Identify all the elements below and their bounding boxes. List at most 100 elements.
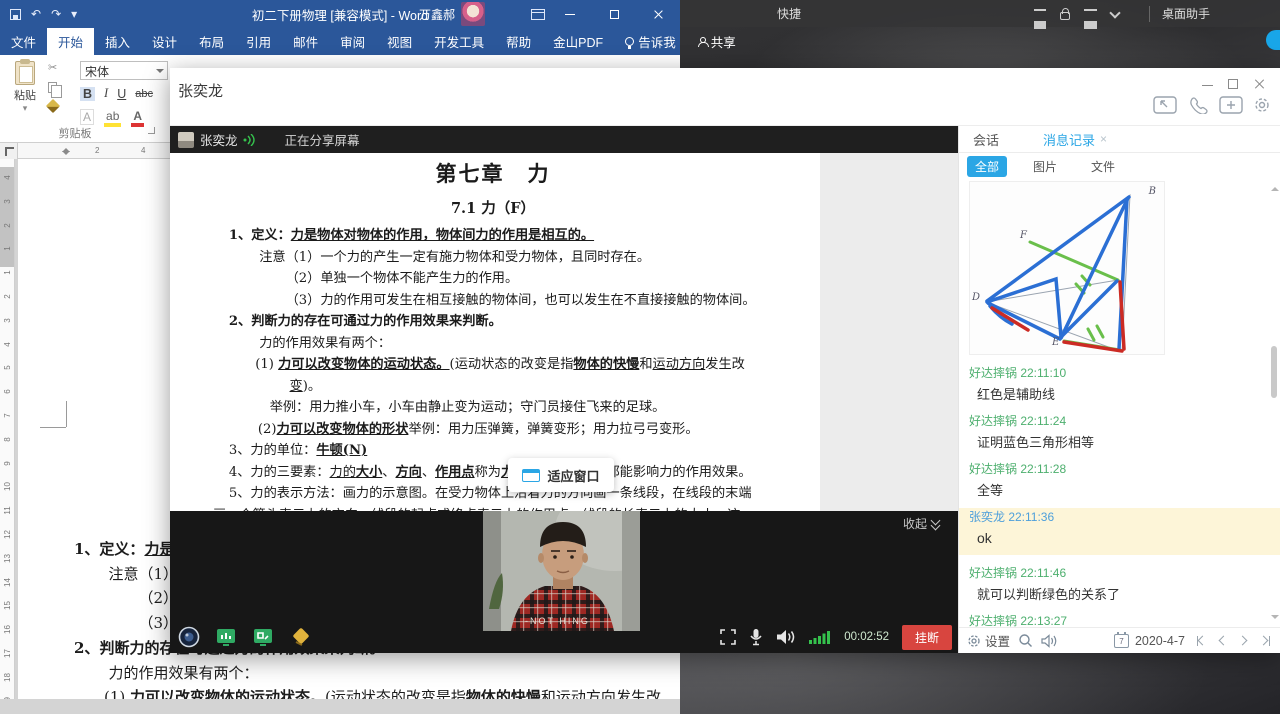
ribbon-tab[interactable]: 引用 bbox=[235, 28, 282, 55]
ribbon-display-icon[interactable] bbox=[531, 9, 545, 20]
text-boundary-mark bbox=[66, 401, 67, 427]
search-button[interactable] bbox=[1018, 633, 1033, 648]
add-icon[interactable] bbox=[1219, 96, 1243, 114]
vertical-ruler[interactable]: 43211234567891011121314151617181920 bbox=[0, 159, 15, 714]
signal-bars-icon bbox=[809, 630, 831, 644]
share-screen-toggle-icon[interactable] bbox=[252, 626, 274, 648]
tab-conversation[interactable]: 会话 bbox=[973, 130, 999, 149]
scroll-down-icon[interactable] bbox=[1271, 615, 1279, 623]
redo-icon[interactable]: ↷ bbox=[51, 8, 61, 20]
paste-button[interactable]: 粘贴 ▾ bbox=[6, 59, 44, 114]
fullscreen-icon[interactable] bbox=[720, 629, 736, 645]
ribbon-tab[interactable]: 共享 bbox=[687, 28, 747, 55]
chat-scrollbar[interactable] bbox=[1269, 179, 1279, 627]
doc-line: 注意（1）一个力的产生一定有施力物体和受力物体，且同时存在。 bbox=[213, 247, 773, 269]
ribbon-tab[interactable]: 插入 bbox=[94, 28, 141, 55]
microphone-icon[interactable] bbox=[749, 628, 763, 646]
close-button[interactable] bbox=[636, 0, 680, 28]
list-icon[interactable] bbox=[1034, 9, 1046, 21]
ribbon-tab[interactable]: 设计 bbox=[141, 28, 188, 55]
message-sender-time: 好达摔锅 22:13:27 bbox=[969, 612, 1268, 627]
ruler-number: 12 bbox=[3, 527, 12, 542]
avatar[interactable] bbox=[461, 2, 485, 26]
font-name-select[interactable]: 宋体 bbox=[80, 61, 168, 80]
cut-icon[interactable]: ✂ bbox=[48, 61, 58, 74]
ribbon-tab[interactable]: 开发工具 bbox=[423, 28, 495, 55]
ribbon-tab[interactable]: 文件 bbox=[0, 28, 47, 55]
chat-message-list[interactable]: B F D E 好达摔锅 22:11:10红色是辅助线好达摔锅 22:11:24… bbox=[959, 179, 1280, 627]
ribbon-tab[interactable]: 布局 bbox=[188, 28, 235, 55]
save-icon[interactable] bbox=[10, 9, 21, 20]
chat-message: 好达摔锅 22:11:46就可以判断绿色的关系了 bbox=[969, 564, 1268, 603]
camera-icon[interactable] bbox=[178, 626, 200, 648]
ribbon-tab[interactable]: 开始 bbox=[47, 28, 94, 55]
close-button[interactable] bbox=[1254, 76, 1270, 92]
close-tab-icon[interactable] bbox=[1100, 132, 1107, 146]
strikethrough-button[interactable]: abc bbox=[135, 88, 153, 100]
ribbon-tab[interactable]: 审阅 bbox=[329, 28, 376, 55]
minimize-button[interactable] bbox=[548, 0, 592, 28]
scrollbar-thumb[interactable] bbox=[1271, 346, 1277, 398]
text-effects-icon[interactable]: A bbox=[80, 109, 94, 125]
tab-selector[interactable] bbox=[0, 143, 18, 159]
copy-icon[interactable] bbox=[48, 82, 57, 93]
history-date[interactable]: 2020-4-7 bbox=[1135, 634, 1185, 648]
fit-window-button[interactable]: 适应窗口 bbox=[508, 458, 614, 492]
doc-line: (1) 力可以改变物体的运动状态。(运动状态的改变是指物体的快慢和运动方向发生改 bbox=[213, 354, 773, 376]
double-chevron-down-icon bbox=[931, 519, 940, 529]
webcam-video[interactable]: -NOT HING bbox=[483, 511, 640, 631]
message-sender-time: 好达摔锅 22:11:10 bbox=[969, 364, 1268, 381]
underline-button[interactable]: U bbox=[117, 87, 126, 101]
prev-page-button[interactable] bbox=[1216, 634, 1230, 648]
ruler-number: 8 bbox=[3, 432, 12, 447]
quick-shortcut-label[interactable]: 快捷 bbox=[777, 5, 801, 22]
ribbon-tab[interactable]: 视图 bbox=[376, 28, 423, 55]
sound-button[interactable] bbox=[1041, 634, 1057, 648]
ribbon-tab[interactable]: 金山PDF bbox=[542, 28, 614, 55]
chat-filter[interactable]: 文件 bbox=[1083, 156, 1123, 177]
clipboard-dialog-launcher[interactable] bbox=[148, 127, 155, 134]
speaker-icon[interactable] bbox=[776, 629, 796, 645]
gear-icon[interactable] bbox=[1252, 96, 1272, 114]
floating-helper-icon[interactable] bbox=[1266, 30, 1280, 50]
meeting-toolbar: 00:02:52 挂断 bbox=[170, 623, 958, 651]
last-page-button[interactable] bbox=[1258, 634, 1272, 648]
share-sound-icon[interactable] bbox=[215, 626, 237, 648]
undo-icon[interactable]: ↶ bbox=[31, 8, 41, 20]
italic-button[interactable]: I bbox=[104, 86, 108, 101]
message-text: 红色是辅助线 bbox=[969, 386, 1259, 403]
geometry-image[interactable]: B F D E bbox=[969, 181, 1165, 355]
ribbon-tab[interactable]: 帮助 bbox=[495, 28, 542, 55]
ribbon-tab[interactable]: 告诉我 bbox=[614, 28, 687, 55]
maximize-button[interactable] bbox=[592, 0, 636, 28]
chat-filter[interactable]: 全部 bbox=[967, 156, 1007, 177]
lock-icon[interactable] bbox=[1060, 12, 1070, 20]
calendar-icon[interactable]: 7 bbox=[1114, 634, 1129, 648]
ribbon-tab[interactable]: 邮件 bbox=[282, 28, 329, 55]
minimize-button[interactable] bbox=[1202, 76, 1218, 92]
message-text: 证明蓝色三角形相等 bbox=[969, 434, 1259, 451]
tab-message-history[interactable]: 消息记录 bbox=[1043, 130, 1107, 149]
format-painter-icon[interactable] bbox=[46, 99, 60, 113]
video-strip: 收起 bbox=[170, 511, 958, 653]
doc-section-title: 7.1 力（F） bbox=[213, 197, 773, 218]
account-name[interactable]: 万鑫郝 bbox=[419, 6, 455, 23]
first-page-button[interactable] bbox=[1195, 634, 1209, 648]
maximize-button[interactable] bbox=[1228, 76, 1244, 92]
next-page-button[interactable] bbox=[1237, 634, 1251, 648]
ruler-number: 7 bbox=[3, 408, 12, 423]
meeting-titlebar: 张奕龙 bbox=[170, 68, 1280, 125]
collapse-videos-button[interactable]: 收起 bbox=[903, 515, 940, 532]
chevron-down-icon[interactable] bbox=[1109, 7, 1120, 18]
desktop-assistant-label[interactable]: 桌面助手 bbox=[1162, 5, 1210, 22]
bold-button[interactable]: B bbox=[80, 87, 95, 101]
scroll-up-icon[interactable] bbox=[1271, 183, 1279, 191]
chat-filter[interactable]: 图片 bbox=[1025, 156, 1065, 177]
phone-icon[interactable] bbox=[1186, 96, 1210, 114]
share-screen-icon[interactable] bbox=[1153, 96, 1177, 114]
hangup-button[interactable]: 挂断 bbox=[902, 625, 952, 650]
qat-customize-icon[interactable]: ▾ bbox=[71, 8, 77, 20]
eraser-icon[interactable] bbox=[289, 626, 313, 648]
settings-button[interactable]: 设置 bbox=[967, 631, 1010, 650]
menu-icon[interactable] bbox=[1084, 9, 1097, 21]
